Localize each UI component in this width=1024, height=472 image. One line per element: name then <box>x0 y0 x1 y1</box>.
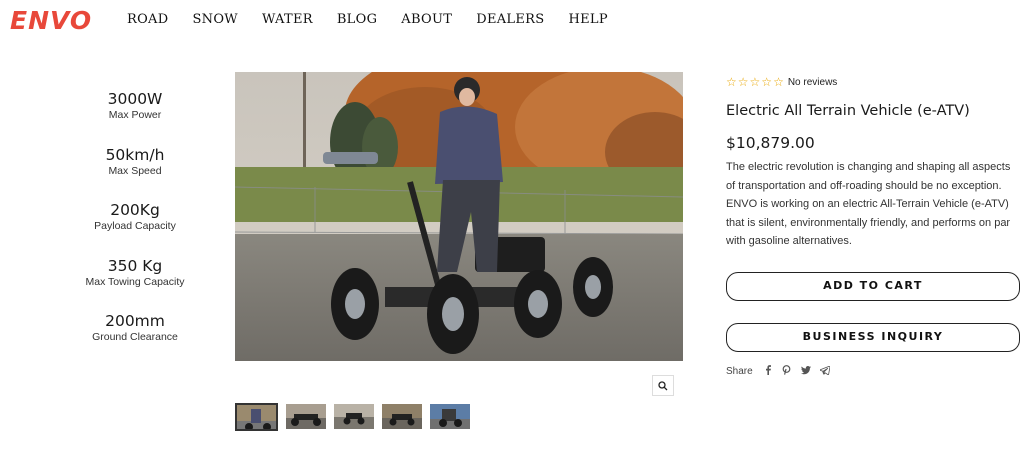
nav-road[interactable]: ROAD <box>127 12 168 27</box>
site-header: ENVO ROAD SNOW WATER BLOG ABOUT DEALERS … <box>0 0 1024 40</box>
nav-blog[interactable]: BLOG <box>337 12 377 27</box>
spec-item: 350 Kg Max Towing Capacity <box>60 257 210 313</box>
add-to-cart-button[interactable]: ADD TO CART <box>726 272 1020 301</box>
thumbnail-strip <box>235 403 478 431</box>
rating[interactable]: ☆ ☆ ☆ ☆ ☆ No reviews <box>726 74 1020 90</box>
product-description: The electric revolution is changing and … <box>726 161 1011 248</box>
thumbnail-4[interactable] <box>382 404 422 429</box>
twitter-icon[interactable] <box>800 365 811 377</box>
spec-item: 200mm Ground Clearance <box>60 312 210 368</box>
spec-value: 200Kg <box>110 201 160 219</box>
product-info: ☆ ☆ ☆ ☆ ☆ No reviews Electric All Terrai… <box>726 74 1020 251</box>
star-outline-icon: ☆ <box>749 75 761 89</box>
share-label: Share <box>726 365 753 377</box>
business-inquiry-button[interactable]: BUSINESS INQUIRY <box>726 323 1020 352</box>
spec-value: 200mm <box>105 312 165 330</box>
share-bar: Share <box>726 365 839 377</box>
reviews-count: No reviews <box>787 76 838 88</box>
spec-label: Max Speed <box>108 164 162 177</box>
search-icon <box>658 380 668 390</box>
spec-label: Max Towing Capacity <box>85 275 185 288</box>
spec-item: 200Kg Payload Capacity <box>60 201 210 257</box>
zoom-button[interactable] <box>652 375 674 396</box>
pinterest-icon[interactable] <box>782 365 792 377</box>
thumbnail-2[interactable] <box>286 404 326 429</box>
main-nav: ROAD SNOW WATER BLOG ABOUT DEALERS HELP <box>127 12 632 27</box>
spec-item: 3000W Max Power <box>60 90 210 146</box>
spec-label: Max Power <box>108 109 162 121</box>
spec-value: 3000W <box>107 90 163 108</box>
product-price: $10,879.00 <box>726 134 815 152</box>
nav-about[interactable]: ABOUT <box>401 12 452 27</box>
spec-list: 3000W Max Power 50km/h Max Speed 200Kg P… <box>60 90 210 368</box>
product-main-image[interactable] <box>235 72 683 361</box>
product-title: Electric All Terrain Vehicle (e-ATV) <box>726 103 970 119</box>
spec-label: Ground Clearance <box>92 331 178 343</box>
telegram-icon[interactable] <box>819 365 831 377</box>
thumbnail-5[interactable] <box>430 404 470 429</box>
nav-snow[interactable]: SNOW <box>192 12 238 27</box>
facebook-icon[interactable] <box>763 365 773 377</box>
envo-logo[interactable]: ENVO <box>10 6 92 35</box>
thumbnail-1[interactable] <box>235 403 278 431</box>
spec-value: 50km/h <box>105 145 165 164</box>
spec-item: 50km/h Max Speed <box>60 146 210 202</box>
nav-help[interactable]: HELP <box>568 12 607 27</box>
thumbnail-3[interactable] <box>334 404 374 429</box>
spec-value: 350 Kg <box>107 256 163 275</box>
star-outline-icon: ☆ <box>726 75 737 89</box>
star-outline-icon: ☆ <box>761 75 773 89</box>
nav-dealers[interactable]: DEALERS <box>476 12 544 27</box>
nav-water[interactable]: WATER <box>262 12 313 27</box>
star-outline-icon: ☆ <box>773 75 784 89</box>
spec-label: Payload Capacity <box>94 220 176 232</box>
star-outline-icon: ☆ <box>737 75 749 89</box>
